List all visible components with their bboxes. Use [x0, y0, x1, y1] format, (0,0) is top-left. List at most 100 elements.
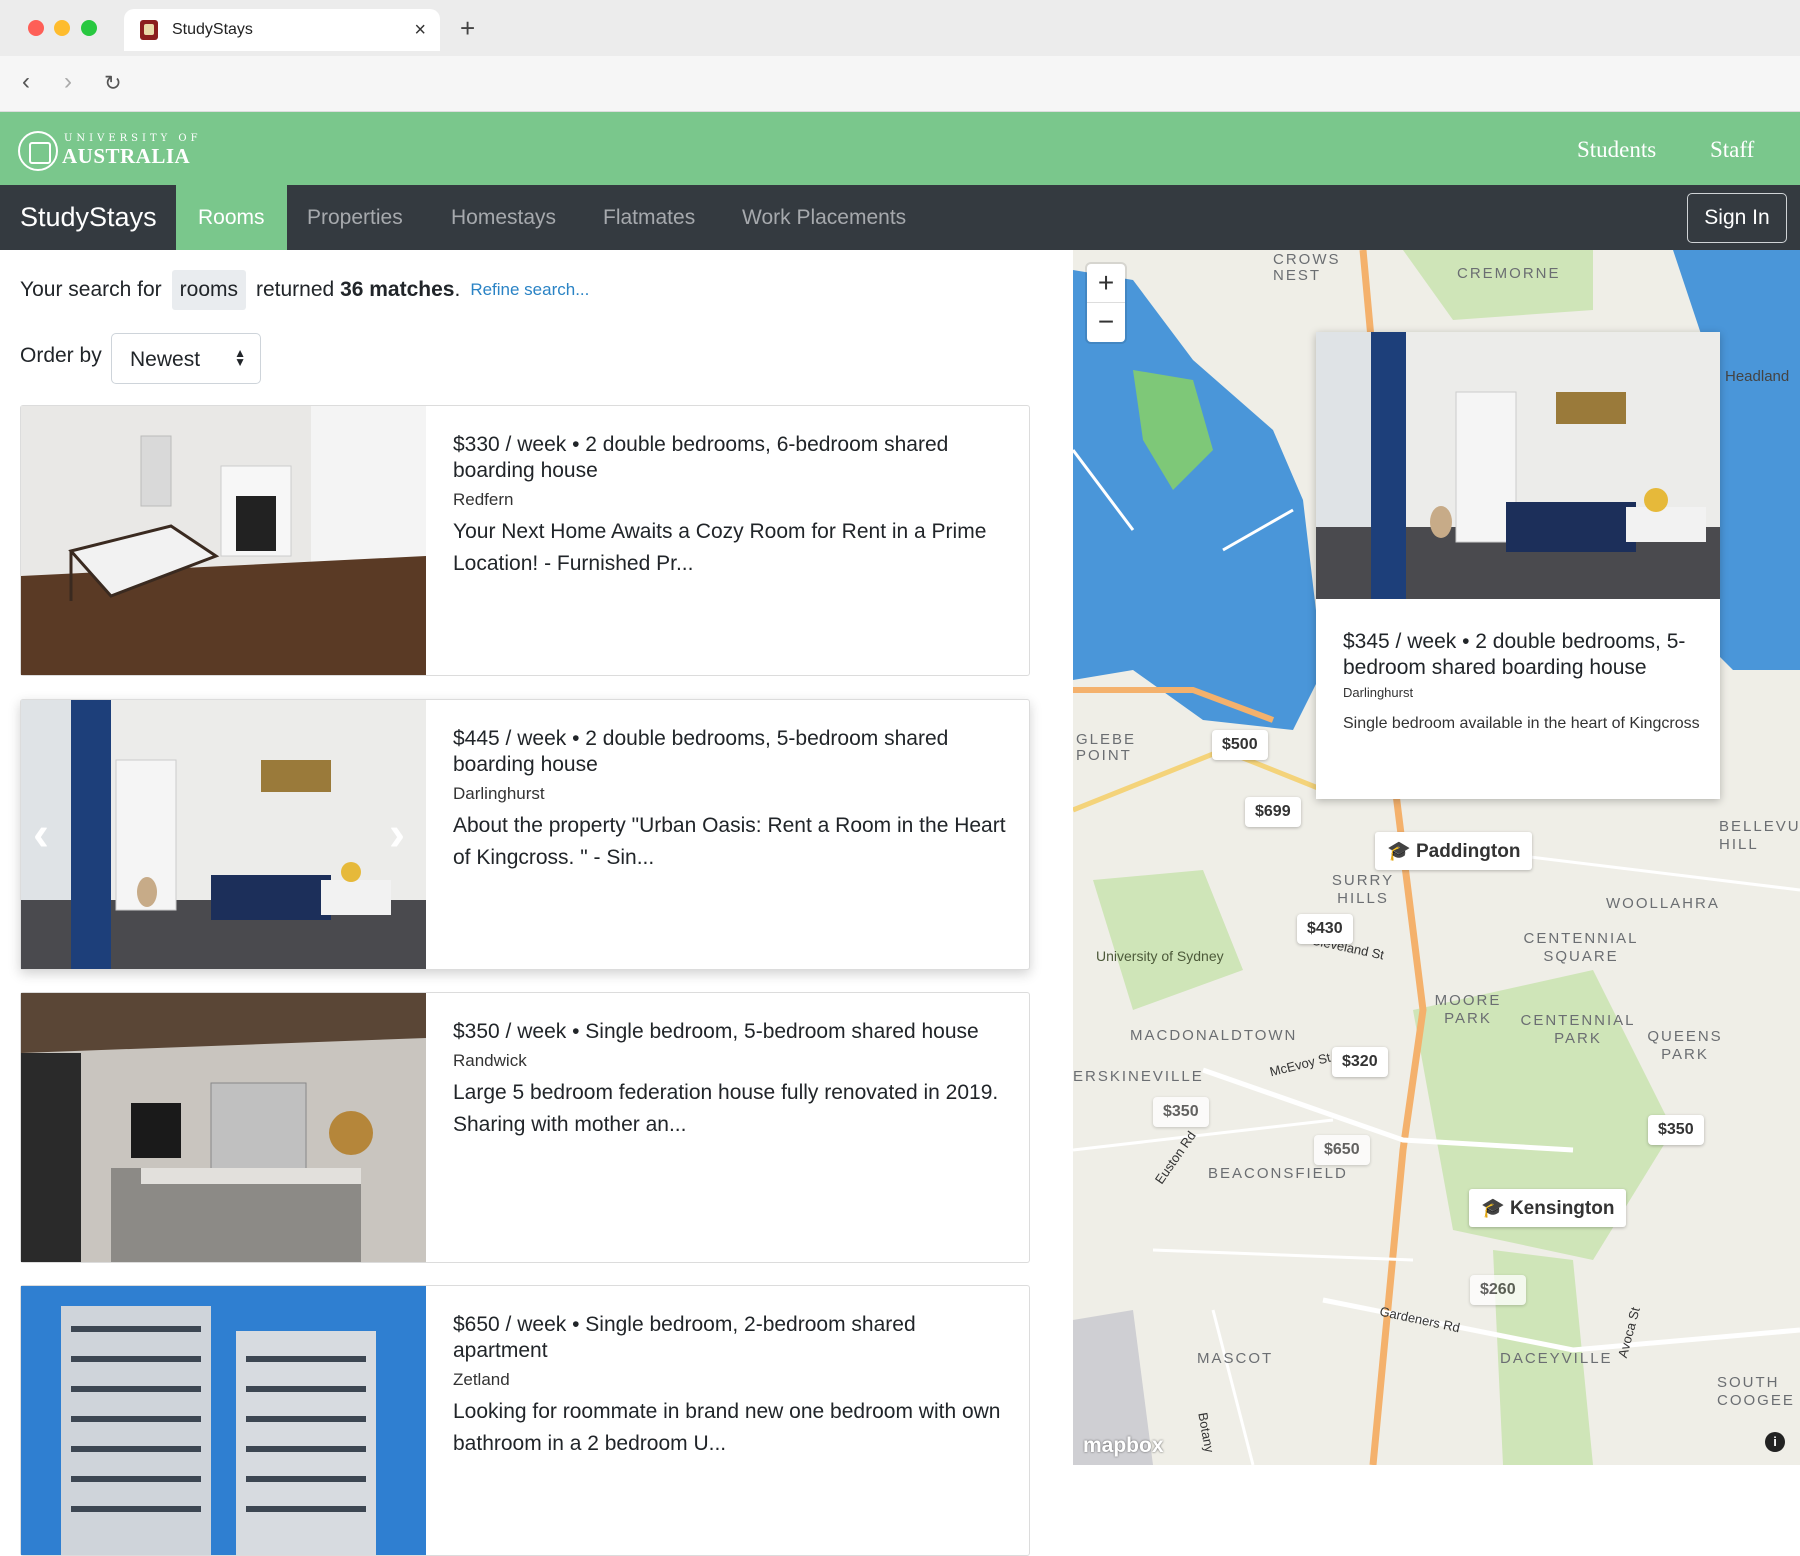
map-label: SOUTH COOGEE: [1717, 1374, 1795, 1409]
price-pin[interactable]: $699: [1245, 797, 1301, 827]
order-by-label: Order by: [20, 344, 102, 367]
map[interactable]: + − CREMORNE CROWS NEST Headland BELLEVU…: [1073, 250, 1800, 1465]
map-label: University of Sydney: [1096, 948, 1224, 964]
popup-suburb: Darlinghurst: [1343, 685, 1414, 700]
price-pin[interactable]: $350: [1648, 1115, 1704, 1145]
order-by-select[interactable]: Newest ▲ ▼: [111, 333, 261, 384]
map-label: WOOLLAHRA: [1606, 895, 1720, 912]
map-label: BEACONSFIELD: [1208, 1165, 1348, 1182]
listing-title[interactable]: $330 / week • 2 double bedrooms, 6-bedro…: [453, 432, 1013, 484]
popup-title[interactable]: $345 / week • 2 double bedrooms, 5-bedro…: [1343, 629, 1703, 681]
popup-photo[interactable]: [1316, 332, 1720, 599]
zoom-in-button[interactable]: +: [1087, 264, 1125, 303]
site-navbar: StudyStays Rooms Properties Homestays Fl…: [0, 185, 1800, 250]
map-label: GLEBE POINT: [1076, 731, 1137, 764]
price-pin[interactable]: $430: [1297, 914, 1353, 944]
map-zoom-control: + −: [1087, 264, 1125, 342]
nav-flatmates[interactable]: Flatmates: [603, 185, 695, 250]
forward-arrow-icon[interactable]: ›: [64, 68, 72, 96]
listing-photo[interactable]: ‹ ›: [21, 700, 426, 969]
listing-title[interactable]: $350 / week • Single bedroom, 5-bedroom …: [453, 1019, 1013, 1045]
campus-name: Kensington: [1509, 1198, 1615, 1219]
listing-description: Large 5 bedroom federation house fully r…: [453, 1081, 999, 1136]
tab-title: StudyStays: [172, 21, 253, 38]
map-label: CENTENNIAL PARK: [1520, 1012, 1636, 1047]
zoom-out-button[interactable]: −: [1087, 303, 1125, 342]
university-header: UNIVERSITY OF AUSTRALIA Students Staff: [0, 112, 1800, 185]
map-label: CREMORNE: [1457, 265, 1561, 282]
listing-card[interactable]: $650 / week • Single bedroom, 2-bedroom …: [20, 1285, 1030, 1556]
graduation-cap-icon: 🎓: [1481, 1198, 1505, 1219]
map-label: MOORE PARK: [1434, 992, 1502, 1027]
map-label: MASCOT: [1197, 1350, 1274, 1367]
search-prefix: Your search for: [20, 278, 162, 301]
sign-in-button[interactable]: Sign In: [1687, 193, 1787, 243]
campus-name: Paddington: [1415, 841, 1521, 862]
university-crest-icon[interactable]: [18, 131, 58, 171]
listing-body: $445 / week • 2 double bedrooms, 5-bedro…: [453, 726, 1013, 874]
listing-body: $650 / week • Single bedroom, 2-bedroom …: [453, 1312, 1013, 1460]
minimize-window-button[interactable]: [54, 20, 70, 36]
graduation-cap-icon: 🎓: [1387, 841, 1411, 862]
match-count: 36 matches: [340, 278, 455, 301]
info-icon[interactable]: i: [1765, 1432, 1785, 1452]
listing-title[interactable]: $650 / week • Single bedroom, 2-bedroom …: [453, 1312, 1013, 1364]
map-label: QUEENS PARK: [1647, 1028, 1723, 1063]
listing-title[interactable]: $445 / week • 2 double bedrooms, 5-bedro…: [453, 726, 1013, 778]
nav-rooms[interactable]: Rooms: [176, 185, 287, 250]
listing-description: About the property "Urban Oasis: Rent a …: [453, 814, 1006, 869]
listing-suburb: Zetland: [453, 1370, 510, 1389]
reload-icon[interactable]: ↻: [104, 71, 122, 96]
carousel-prev-icon[interactable]: ‹: [33, 807, 49, 862]
listing-body: $330 / week • 2 double bedrooms, 6-bedro…: [453, 432, 1013, 580]
map-label: Headland: [1725, 368, 1790, 385]
close-window-button[interactable]: [28, 20, 44, 36]
listing-card[interactable]: ‹ › $445 / week • 2 double bedrooms, 5-b…: [20, 699, 1030, 970]
map-label: MACDONALDTOWN: [1130, 1027, 1298, 1044]
price-pin[interactable]: $350: [1153, 1097, 1209, 1127]
carousel-next-icon[interactable]: ›: [389, 807, 405, 862]
listing-photo[interactable]: [21, 993, 426, 1262]
university-logo-main[interactable]: AUSTRALIA: [62, 144, 190, 169]
price-pin[interactable]: $650: [1314, 1135, 1370, 1165]
order-by-value: Newest: [130, 348, 201, 371]
browser-tab[interactable]: StudyStays ×: [124, 9, 440, 51]
map-label: ERSKINEVILLE: [1073, 1068, 1204, 1085]
search-query: rooms: [171, 270, 246, 310]
search-summary: Your search for rooms returned 36 matche…: [20, 270, 589, 310]
map-label: SURRY HILLS: [1331, 872, 1395, 907]
brand[interactable]: StudyStays: [20, 202, 157, 233]
map-label: CROWS NEST: [1273, 251, 1341, 284]
refine-search-link[interactable]: Refine search...: [470, 280, 589, 300]
browser-toolbar: ‹ › ↻: [0, 56, 1800, 112]
price-pin[interactable]: $260: [1470, 1275, 1526, 1305]
price-pin[interactable]: $500: [1212, 730, 1268, 760]
staff-link[interactable]: Staff: [1710, 137, 1754, 163]
listing-suburb: Randwick: [453, 1051, 527, 1070]
campus-marker-paddington[interactable]: 🎓 Paddington: [1375, 832, 1533, 870]
maximize-window-button[interactable]: [81, 20, 97, 36]
new-tab-button[interactable]: +: [460, 13, 475, 44]
nav-properties[interactable]: Properties: [307, 185, 403, 250]
nav-work-placements[interactable]: Work Placements: [742, 185, 906, 250]
map-label: BELLEVUE HILL: [1719, 818, 1800, 853]
mapbox-logo[interactable]: mapbox: [1083, 1434, 1164, 1458]
back-arrow-icon[interactable]: ‹: [22, 68, 30, 96]
listing-card[interactable]: $350 / week • Single bedroom, 5-bedroom …: [20, 992, 1030, 1263]
nav-homestays[interactable]: Homestays: [451, 185, 556, 250]
favicon-icon: [140, 20, 158, 40]
students-link[interactable]: Students: [1577, 137, 1656, 163]
campus-marker-kensington[interactable]: 🎓 Kensington: [1469, 1189, 1627, 1227]
popup-description: Single bedroom available in the heart of…: [1343, 715, 1700, 732]
listing-card[interactable]: $330 / week • 2 double bedrooms, 6-bedro…: [20, 405, 1030, 676]
listing-photo[interactable]: [21, 1286, 426, 1555]
search-period: .: [454, 278, 461, 301]
map-label: CENTENNIAL SQUARE: [1523, 930, 1639, 965]
listing-suburb: Redfern: [453, 490, 514, 509]
tab-close-icon[interactable]: ×: [414, 19, 426, 42]
browser-tab-bar: StudyStays × +: [0, 0, 1800, 56]
listing-photo[interactable]: [21, 406, 426, 675]
price-pin[interactable]: $320: [1332, 1047, 1388, 1077]
map-listing-popup[interactable]: $345 / week • 2 double bedrooms, 5-bedro…: [1316, 332, 1720, 799]
university-logo-top: UNIVERSITY OF: [64, 133, 202, 144]
